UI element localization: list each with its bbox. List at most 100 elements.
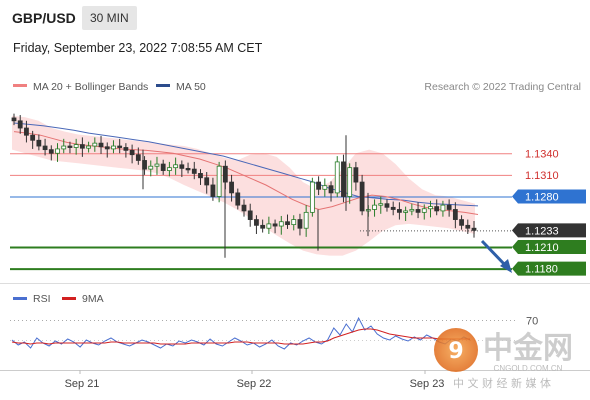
rsi-legend-swatch <box>62 297 76 300</box>
candle-body <box>278 221 284 227</box>
candle <box>309 177 315 217</box>
candle-body <box>378 203 384 206</box>
candle-body <box>148 165 154 170</box>
x-tick-label: Sep 22 <box>237 378 272 390</box>
candle-body <box>17 120 23 129</box>
candle-body <box>428 206 433 210</box>
candle-body <box>129 149 135 156</box>
candle-body <box>434 206 440 212</box>
candle-body <box>291 219 297 226</box>
candle-body <box>117 145 123 148</box>
level-badge-text: 1.1233 <box>525 225 559 237</box>
candle-body <box>204 177 210 186</box>
candle-body <box>241 204 247 212</box>
rsi-legend-label: 9MA <box>82 293 104 305</box>
candle-body <box>73 144 79 148</box>
candle-body <box>191 168 197 174</box>
candle-body <box>316 181 321 190</box>
candle-body <box>216 165 222 197</box>
candle-body <box>409 209 415 212</box>
candle-body <box>272 223 278 227</box>
chart-datetime: Friday, September 23, 2022 7:08:55 AM CE… <box>13 41 263 55</box>
rsi-9ma-line <box>11 328 470 345</box>
legend-swatch <box>13 84 27 87</box>
candle-body <box>353 167 359 183</box>
price-chart: RSI 9MA 70 Sep 21 Sep 22 Sep 23 MA 20 + Boll… <box>0 81 590 390</box>
candle-body <box>415 209 421 213</box>
candle-body <box>322 185 328 190</box>
candle-body <box>403 210 409 213</box>
candle-body <box>235 192 241 206</box>
legend-label: MA 20 + Bollinger Bands <box>33 81 148 93</box>
watermark-brand: 中金网 <box>483 331 573 366</box>
candle-body <box>254 219 259 226</box>
level-badge-text: 1.1180 <box>525 264 558 276</box>
candle-body <box>104 146 110 150</box>
candle-body <box>309 181 315 213</box>
candle-body <box>465 224 471 229</box>
candle-body <box>459 219 464 226</box>
candle-body <box>285 221 290 226</box>
candle-body <box>303 211 309 229</box>
candle-body <box>185 167 191 171</box>
level-badge-text: 1.1280 <box>525 192 559 204</box>
legend-swatch <box>156 84 170 87</box>
top-bar: GBP/USD 30 MIN <box>0 0 590 36</box>
candle-body <box>390 206 396 210</box>
arrow-shaft <box>480 239 508 268</box>
rsi-legend-label: RSI <box>33 293 51 305</box>
candle-body <box>98 142 104 148</box>
rsi-level-label: 70 <box>526 316 538 328</box>
rsi-legend-swatch <box>13 297 27 300</box>
timeframe-button[interactable]: 30 MIN <box>82 6 137 30</box>
watermark-site: CNGOLD.COM.CN <box>494 364 563 373</box>
candle <box>216 161 222 203</box>
level-badge: 1.1180 <box>512 261 586 276</box>
legend-label: MA 50 <box>176 81 206 93</box>
candle-body <box>452 209 458 220</box>
candle-body <box>30 134 36 141</box>
candle-body <box>24 127 29 136</box>
candle-body <box>179 164 185 169</box>
watermark-tagline: 中 文 财 经 新 媒 体 <box>453 376 551 390</box>
candle-body <box>11 117 17 122</box>
rsi-line <box>11 316 471 350</box>
candle-body <box>67 145 73 148</box>
bollinger-band <box>12 115 475 256</box>
level-badge: 1.1210 <box>512 239 586 254</box>
candle-body <box>48 149 54 154</box>
candle-body <box>471 227 477 231</box>
candle-body <box>384 203 390 208</box>
candle-body <box>446 204 452 210</box>
candle-body <box>341 161 346 197</box>
candle-body <box>160 163 166 171</box>
level-badge: 1.1233 <box>512 223 586 238</box>
candle-body <box>123 147 129 151</box>
candle-body <box>173 164 179 169</box>
candle-body <box>198 173 203 179</box>
candle-body <box>222 165 228 183</box>
candle-body <box>36 139 42 147</box>
candle-body <box>92 142 98 147</box>
candle-body <box>135 154 141 161</box>
candle-body <box>297 219 303 229</box>
candle-body <box>397 209 402 213</box>
candle <box>341 154 346 203</box>
candle-body <box>328 185 334 194</box>
level-label: 1.1340 <box>525 148 559 160</box>
candle-body <box>86 145 91 149</box>
candle-body <box>167 167 172 171</box>
watermark-logo: 9 <box>434 328 478 372</box>
candle-body <box>61 145 67 150</box>
candle-body <box>42 145 48 151</box>
candle-body <box>55 148 60 154</box>
candle-body <box>154 163 160 167</box>
candle-body <box>359 181 365 212</box>
candle-body <box>260 224 266 229</box>
x-tick-label: Sep 23 <box>410 378 445 390</box>
candle-body <box>247 210 253 220</box>
level-badge: 1.1280 <box>512 189 586 204</box>
candle-body <box>334 161 340 194</box>
candle-body <box>266 223 272 229</box>
instrument-title: GBP/USD <box>12 10 76 26</box>
